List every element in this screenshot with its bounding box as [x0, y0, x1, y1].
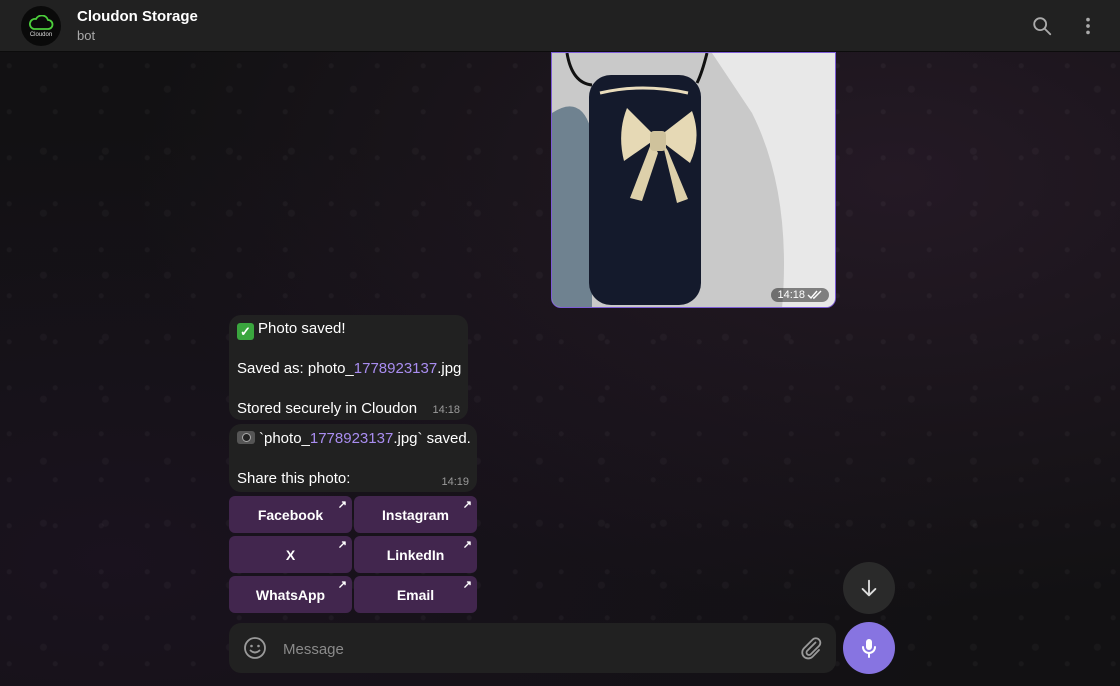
photo-image: [552, 53, 835, 307]
file-number-link[interactable]: 1778923137: [310, 430, 393, 447]
message-line-stored: Stored securely in Cloudon: [237, 400, 418, 417]
external-link-icon: ↗: [337, 499, 347, 511]
avatar[interactable]: Cloudon: [21, 6, 61, 46]
voice-record-button[interactable]: [843, 622, 895, 674]
message-line-photo-saved: ✓ Photo saved!: [237, 320, 346, 340]
file-saved-suffix: .jpg` saved.: [393, 430, 471, 447]
double-check-icon: [807, 290, 822, 300]
chat-header: Cloudon Cloudon Storage bot: [0, 0, 1120, 52]
share-x-button[interactable]: X ↗: [229, 536, 352, 573]
search-button[interactable]: [1029, 13, 1055, 39]
emoji-icon[interactable]: [243, 636, 267, 660]
button-label: Instagram: [382, 506, 449, 523]
photo-timestamp: 14:18: [771, 288, 829, 302]
button-label: LinkedIn: [386, 546, 445, 563]
camera-emoji-icon: [237, 431, 255, 444]
external-link-icon: ↗: [462, 499, 472, 511]
photo-message[interactable]: 14:18: [551, 52, 836, 308]
share-email-button[interactable]: Email ↗: [354, 576, 477, 613]
message-composer: [229, 623, 836, 673]
share-instagram-button[interactable]: Instagram ↗: [354, 496, 477, 533]
check-mark-emoji-icon: ✓: [237, 323, 254, 340]
paperclip-icon[interactable]: [799, 636, 823, 660]
file-saved-prefix: `photo_: [259, 430, 310, 447]
photo-saved-text: Photo saved!: [258, 320, 346, 337]
more-vertical-icon: [1086, 17, 1090, 35]
button-label: Facebook: [257, 506, 324, 523]
message-line-share: Share this photo:: [237, 470, 351, 487]
button-label: X: [285, 546, 296, 563]
bot-message-saved: ✓ Photo saved! Saved as: photo_1778923137…: [229, 315, 468, 420]
message-line-file-saved: `photo_1778923137.jpg` saved.: [237, 430, 471, 447]
saved-as-prefix: Saved as: photo_: [237, 360, 354, 377]
external-link-icon: ↗: [337, 579, 347, 591]
message-line-saved-as: Saved as: photo_1778923137.jpg: [237, 360, 461, 377]
external-link-icon: ↗: [462, 579, 472, 591]
message-input[interactable]: [281, 635, 785, 663]
file-number-link[interactable]: 1778923137: [354, 360, 437, 377]
share-facebook-button[interactable]: Facebook ↗: [229, 496, 352, 533]
photo-time-text: 14:18: [777, 289, 805, 301]
external-link-icon: ↗: [462, 539, 472, 551]
avatar-label: Cloudon: [29, 31, 53, 38]
bot-message-share: `photo_1778923137.jpg` saved. Share this…: [229, 424, 477, 492]
chat-subtitle: bot: [77, 28, 96, 43]
share-whatsapp-button[interactable]: WhatsApp ↗: [229, 576, 352, 613]
more-menu-button[interactable]: [1075, 13, 1101, 39]
arrow-down-icon: [861, 579, 877, 597]
external-link-icon: ↗: [337, 539, 347, 551]
cloud-logo-icon: [29, 14, 54, 30]
chat-title[interactable]: Cloudon Storage: [77, 8, 198, 25]
button-label: WhatsApp: [255, 586, 326, 603]
saved-as-suffix: .jpg: [437, 360, 462, 377]
message-timestamp: 14:18: [432, 404, 460, 416]
scroll-to-bottom-button[interactable]: [843, 562, 895, 614]
message-timestamp: 14:19: [441, 476, 469, 488]
microphone-icon: [862, 639, 876, 658]
button-label: Email: [396, 586, 435, 603]
share-linkedin-button[interactable]: LinkedIn ↗: [354, 536, 477, 573]
search-icon: [1033, 17, 1052, 36]
